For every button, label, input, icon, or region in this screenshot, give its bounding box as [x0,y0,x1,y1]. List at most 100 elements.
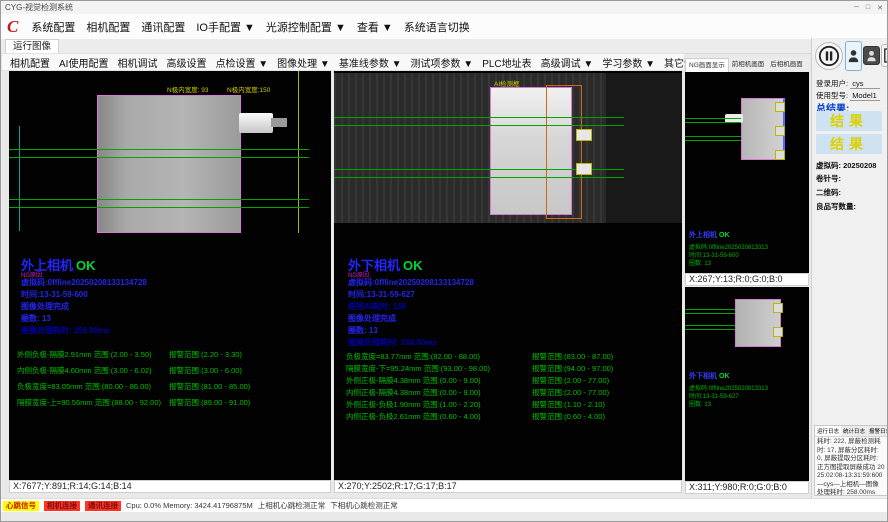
turns-line: 圈数: 13 [348,325,378,336]
virtual-code-line: 虚拟码:0ffline20250208133134728 [348,277,474,288]
tool-learning-params[interactable]: 学习参数 ▼ [602,55,655,70]
turns-line: 圈数: 13 [21,313,51,324]
measurement-alarm: 报警范围:(81.00 - 85.00) [169,381,250,392]
edge-line [334,177,624,178]
thumb-upper-pixel-readout: X:267;Y:13;R:0;G:0;B:0 [685,273,809,286]
menu-camera-config[interactable]: 相机配置 [86,19,130,35]
tool-advanced-debug[interactable]: 高级调试 ▼ [541,55,594,70]
user-switch-button[interactable] [845,41,862,71]
time-line: 时间:13-31-59-627 [348,289,415,300]
tab-ng-display[interactable]: NG画面显示 [685,58,729,72]
menu-light-config[interactable]: 光源控制配置 ▼ [266,19,346,35]
lower-camera-viewport[interactable]: AI检测框 外下相机OK NG原因: 虚拟码:0ffline2025020813… [334,71,682,480]
status-ok: OK [719,373,730,380]
menu-system-config[interactable]: 系统配置 [31,19,75,35]
cpu-memory-readout: Cpu: 0.0% Memory: 3424.41796875M [126,501,253,510]
measurement-value: 负极宽度=83.05mm 范围:(80.00 - 86.00) [17,381,151,392]
model-value[interactable]: Model1 [850,91,880,101]
tool-spot-check[interactable]: 点检设置 ▼ [215,55,268,70]
upper-camera-viewport[interactable]: N极内宽度: 93 N极内宽度:150 外上相机OK NG原因: 虚拟码:0ff… [9,71,331,480]
user-dark-icon [867,50,876,62]
tool-test-params[interactable]: 测试项参数 ▼ [411,55,474,70]
tool-ai-config[interactable]: AI使用配置 [59,55,108,70]
needle-label: 卷针号: [816,174,841,183]
right-sidebar: 登录用户: cys 使用型号: Model1 总结果: 结果 结果 虚拟码: 2… [811,38,888,498]
menu-language-switch[interactable]: 系统语言切换 [404,19,470,35]
model-label: 使用型号: [816,91,848,100]
maximize-icon[interactable]: □ [866,4,870,12]
virtual-code-row: 虚拟码: 20250208 [816,160,876,171]
measurement-alarm: 报警范围:(2.00 - 77.00) [532,375,609,386]
measurement-alarm: 报警范围:(1.10 - 2.10) [532,399,605,410]
menu-io-config[interactable]: IO手配置 ▼ [196,19,255,35]
needle-row: 卷针号: [816,173,841,184]
tool-camera-config[interactable]: 相机配置 [10,55,50,70]
measurement-alarm: 报警范围:(89.00 - 91.00) [169,397,250,408]
minimize-icon[interactable]: ─ [854,4,859,12]
tab-front-camera[interactable]: 前相机画面 [729,58,768,72]
thumb-lower-viewport[interactable]: 外下相机OK 虚拟码:0ffline2025020813313 时间:13-31… [685,287,809,481]
upper-camera-heartbeat-status: 上相机心跳检测正常 [258,500,326,511]
lower-camera-heartbeat-status: 下相机心跳检测正常 [330,500,398,511]
qr-code-label: 二维码: [816,188,841,197]
edge-line [685,325,735,326]
login-user-row: 登录用户: cys [816,78,880,89]
tab-highlight [775,102,785,112]
close-icon[interactable]: ✕ [877,4,883,12]
write-count-label: 良品写数量: [816,202,856,211]
toolbar: 相机配置 AI使用配置 相机调试 高级设置 点检设置 ▼ 图像处理 ▼ 基准线参… [1,53,685,71]
elapsed-line: 图像处理耗时: 160.00ms [348,337,437,348]
tab-highlight [775,150,785,160]
log-panel[interactable]: 运行日志 统计日志 报警日志 耗时: 222, 屏蔽检测耗时: 17, 屏蔽分区… [814,425,888,496]
log-tab-stats[interactable]: 统计日志 [841,426,867,436]
measurement-value: 负极宽度=83.77mm 范围:(82.00 - 88.00) [346,351,480,362]
measurement-alarm: 报警范围:(2.20 - 3.30) [169,349,242,360]
time-line: 时间:13-31-59-600 [21,289,88,300]
thumb-tab-bar: NG画面显示 前相机画面 后相机画面 [685,58,809,73]
edge-line [685,140,741,141]
edge-line [685,118,741,119]
virtual-code-label: 虚拟码: [816,161,841,170]
measurement-value: 外侧正极-负极1.90mm 范围:(1.00 - 2.20) [346,399,481,410]
tool-plc-address[interactable]: PLC地址表 [482,55,531,70]
comm-connect-badge: 通讯连接 [85,501,121,511]
menu-comm-config[interactable]: 通讯配置 [141,19,185,35]
edge-line [9,149,309,150]
tab-run-image[interactable]: 运行图像 [5,39,59,53]
process-done-line: 图像处理完成 [21,301,69,312]
tab-highlight [773,303,783,313]
window-title: CYG-视觉检测系统 [5,2,73,13]
camera-name: 外上相机 [689,232,717,239]
measurement-alarm: 报警范围:(3.00 - 6.00) [169,365,242,376]
log-tab-run[interactable]: 运行日志 [815,426,841,436]
measurement-value: 内侧负极-隔膜4.60mm 范围:(3.00 - 6.02) [17,365,152,376]
menu-view[interactable]: 查看 ▼ [357,19,393,35]
app-window: CYG-视觉检测系统 ─ □ ✕ C 系统配置 相机配置 通讯配置 IO手配置 … [0,0,888,522]
operator-button[interactable] [863,46,880,65]
measurement-value: 内侧正极-负极2.61mm 范围:(0.60 - 4.00) [346,411,481,422]
measurement-alarm: 报警范围:(2.00 - 77.00) [532,387,609,398]
tool-image-processing[interactable]: 图像处理 ▼ [277,55,330,70]
tool-camera-debug[interactable]: 相机调试 [117,55,157,70]
logout-button[interactable] [881,44,888,67]
tool-baseline-params[interactable]: 基准线参数 ▼ [339,55,402,70]
login-user-label: 登录用户: [816,79,848,88]
tab-highlight [775,126,785,136]
tool-advanced-settings[interactable]: 高级设置 [166,55,206,70]
user-icon [848,49,859,63]
result-box-upper: 结果 [816,111,882,131]
measurement-value: 外侧负极-隔膜2.91mm 范围:(2.00 - 3.50) [17,349,152,360]
camera-result-title: 外上相机OK [689,230,730,240]
measurement-value: 外侧正极-隔膜4.38mm 范围:(0.00 - 9.00) [346,375,481,386]
tab-rear-camera[interactable]: 后相机画面 [767,58,806,72]
pause-button[interactable] [815,42,843,70]
tab-highlight [576,129,592,141]
edge-line [685,309,735,310]
edge-line [334,125,624,126]
result-box-lower: 结果 [816,134,882,154]
log-tab-alarm[interactable]: 报警日志 [867,426,888,436]
status-taskbar: 心跳信号 相机连接 通讯连接 Cpu: 0.0% Memory: 3424.41… [1,498,888,512]
thumb-upper-viewport[interactable]: 外上相机OK 虚拟码:0ffline2025020813313 时间:13-31… [685,72,809,273]
login-user-value[interactable]: cys [850,79,880,89]
status-ok: OK [719,232,730,239]
